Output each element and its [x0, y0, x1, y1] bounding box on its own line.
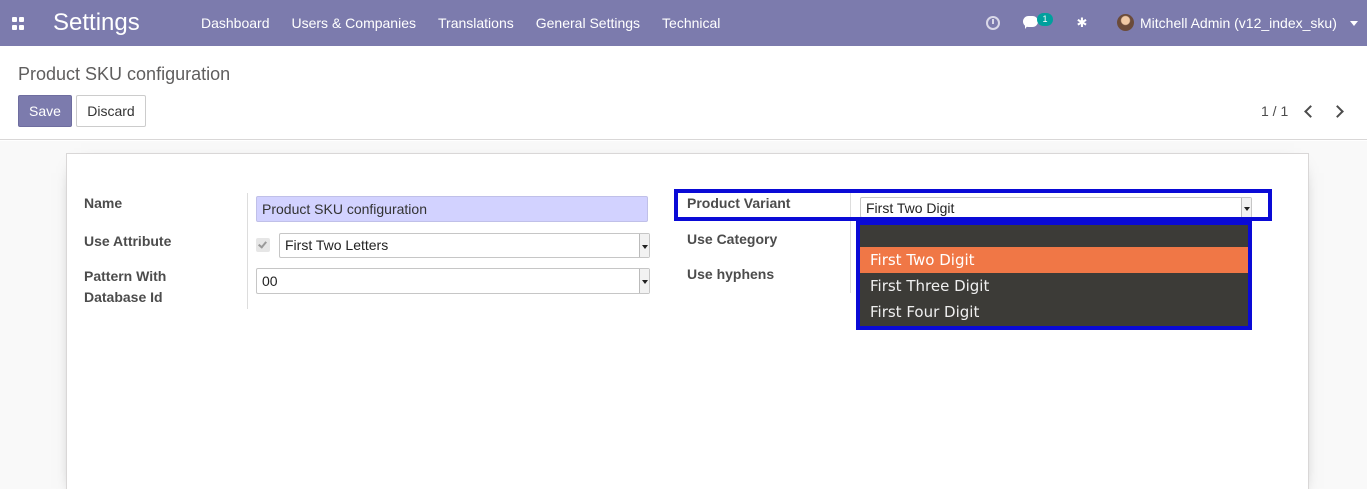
- main-menu: Dashboard Users & Companies Translations…: [190, 0, 731, 46]
- user-avatar[interactable]: [1117, 14, 1134, 31]
- activity-clock-icon[interactable]: [986, 16, 1000, 30]
- name-label: Name: [84, 195, 123, 211]
- product-variant-highlight-box: [674, 189, 1272, 221]
- left-group-divider: [247, 193, 248, 309]
- pattern-select[interactable]: 00: [256, 268, 650, 294]
- use-attribute-label: Use Attribute: [84, 233, 172, 249]
- use-attribute-select-value: First Two Letters: [285, 237, 389, 253]
- discard-button[interactable]: Discard: [76, 95, 146, 127]
- pager-value[interactable]: 1 / 1: [1261, 103, 1288, 119]
- control-panel: Product SKU configuration Save Discard 1…: [0, 46, 1367, 140]
- use-category-label: Use Category: [687, 231, 778, 247]
- pager-next-icon[interactable]: [1333, 105, 1343, 117]
- use-attribute-checkbox[interactable]: [256, 238, 270, 252]
- use-attribute-select-arrow-icon: [639, 234, 649, 257]
- menu-item-translations[interactable]: Translations: [427, 0, 525, 46]
- top-navbar: Settings Dashboard Users & Companies Tra…: [0, 0, 1367, 46]
- chat-counter-badge: 1: [1037, 13, 1053, 26]
- use-attribute-select[interactable]: First Two Letters: [279, 233, 650, 258]
- use-hyphens-label: Use hyphens: [687, 266, 775, 282]
- pattern-select-value: 00: [262, 273, 278, 289]
- app-brand[interactable]: Settings: [53, 9, 140, 37]
- debug-bug-icon[interactable]: ✱: [1076, 16, 1088, 30]
- save-button[interactable]: Save: [18, 95, 72, 127]
- dropdown-highlight-box: [856, 221, 1252, 330]
- menu-item-general-settings[interactable]: General Settings: [525, 0, 651, 46]
- menu-item-users-companies[interactable]: Users & Companies: [281, 0, 428, 46]
- pattern-label-line2: Database Id: [84, 289, 163, 305]
- pager-previous-icon[interactable]: [1303, 105, 1313, 117]
- menu-item-technical[interactable]: Technical: [651, 0, 731, 46]
- pattern-select-arrow-icon: [639, 269, 649, 293]
- chat-bubbles-icon[interactable]: [1023, 16, 1038, 29]
- user-menu-caret-icon[interactable]: [1350, 21, 1358, 26]
- breadcrumb: Product SKU configuration: [18, 64, 231, 84]
- user-menu-name[interactable]: Mitchell Admin (v12_index_sku): [1140, 15, 1337, 31]
- menu-item-dashboard[interactable]: Dashboard: [190, 0, 281, 46]
- apps-menu-icon[interactable]: [12, 17, 25, 30]
- pattern-label-line1: Pattern With: [84, 268, 167, 284]
- name-input[interactable]: Product SKU configuration: [256, 196, 648, 222]
